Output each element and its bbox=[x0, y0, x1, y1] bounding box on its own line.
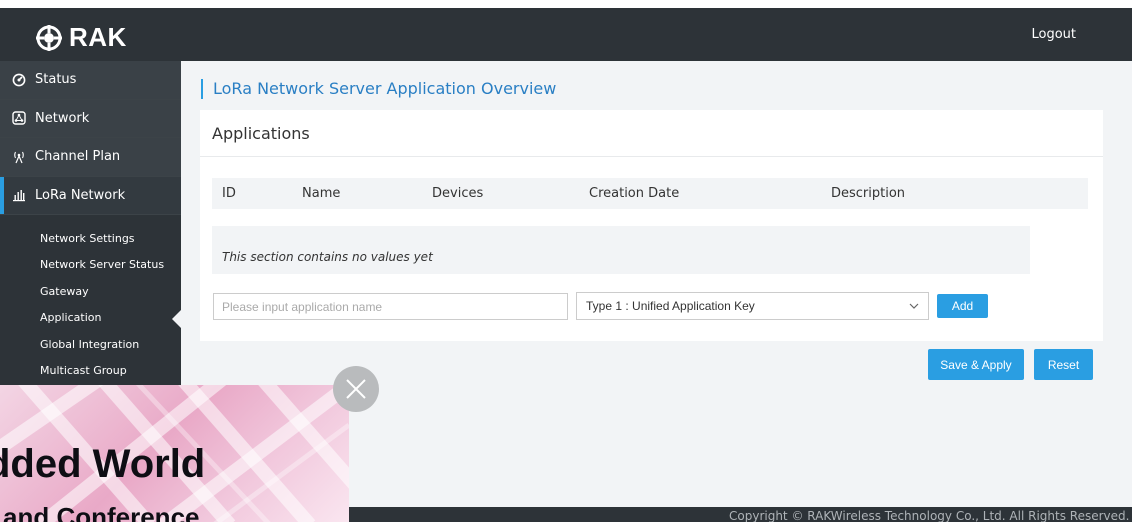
ad-subtitle: and Conference bbox=[3, 502, 200, 522]
page-title: LoRa Network Server Application Overview bbox=[201, 79, 556, 99]
column-header-name: Name bbox=[302, 186, 341, 201]
applications-card: Applications ID Name Devices Creation Da… bbox=[200, 110, 1103, 341]
submenu-item-multicast-group[interactable]: Multicast Group bbox=[0, 358, 181, 385]
reset-button[interactable]: Reset bbox=[1034, 349, 1093, 380]
empty-message: This section contains no values yet bbox=[222, 250, 433, 264]
gauge-icon bbox=[11, 72, 27, 88]
submenu-item-network-server-status[interactable]: Network Server Status bbox=[0, 252, 181, 279]
sidebar-item-label: Status bbox=[35, 72, 77, 88]
top-bar: RAK Logout bbox=[0, 8, 1132, 61]
column-header-id: ID bbox=[222, 186, 236, 201]
lora-network-submenu: Network Settings Network Server Status G… bbox=[0, 215, 181, 384]
close-ad-button[interactable] bbox=[333, 366, 379, 412]
column-header-creation-date: Creation Date bbox=[589, 186, 680, 201]
sidebar-item-label: LoRa Network bbox=[35, 187, 126, 203]
close-icon bbox=[346, 379, 366, 399]
submenu-item-application[interactable]: Application bbox=[0, 305, 181, 332]
chevron-down-icon bbox=[909, 303, 919, 309]
sidebar-item-lora-network[interactable]: LoRa Network bbox=[0, 176, 181, 215]
add-button[interactable]: Add bbox=[937, 294, 988, 318]
submenu-item-network-settings[interactable]: Network Settings bbox=[0, 225, 181, 252]
signal-bars-icon bbox=[11, 187, 27, 203]
selected-key-type: Type 1 : Unified Application Key bbox=[586, 299, 755, 313]
submenu-item-global-integration[interactable]: Global Integration bbox=[0, 331, 181, 358]
table-header: ID Name Devices Creation Date Descriptio… bbox=[212, 178, 1088, 209]
sidebar-item-network[interactable]: Network bbox=[0, 99, 181, 138]
sidebar-item-label: Network bbox=[35, 110, 90, 126]
logout-link[interactable]: Logout bbox=[1031, 27, 1076, 42]
save-apply-button[interactable]: Save & Apply bbox=[928, 349, 1024, 380]
sidebar-item-label: Channel Plan bbox=[35, 149, 121, 165]
column-header-devices: Devices bbox=[432, 186, 484, 201]
brand-name: RAK bbox=[69, 22, 127, 52]
rak-logo[interactable]: RAK bbox=[36, 22, 127, 53]
application-name-input[interactable] bbox=[213, 293, 568, 320]
copyright-text: Copyright © RAKWireless Technology Co., … bbox=[729, 509, 1130, 522]
card-title: Applications bbox=[200, 110, 1103, 157]
ad-title: dded World bbox=[0, 442, 206, 486]
empty-table-row: This section contains no values yet bbox=[212, 226, 1030, 274]
application-key-type-select[interactable]: Type 1 : Unified Application Key bbox=[576, 292, 929, 320]
submenu-item-gateway[interactable]: Gateway bbox=[0, 278, 181, 305]
sidebar-item-status[interactable]: Status bbox=[0, 61, 181, 100]
advertisement-popup[interactable]: dded World and Conference bbox=[0, 385, 349, 522]
network-icon bbox=[11, 110, 27, 126]
antenna-icon bbox=[11, 149, 27, 165]
rak-logo-icon bbox=[36, 24, 62, 51]
column-header-description: Description bbox=[831, 186, 906, 201]
sidebar-item-channel-plan[interactable]: Channel Plan bbox=[0, 138, 181, 177]
